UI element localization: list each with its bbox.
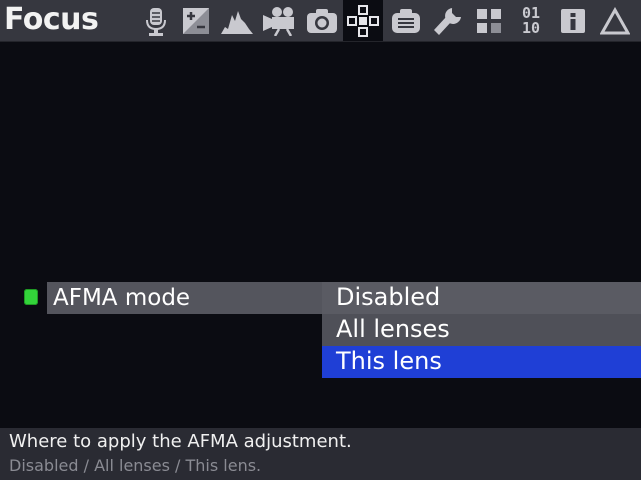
afma-mode-label: AFMA mode [53,285,191,311]
binary-icon: 01 10 [521,3,541,37]
top-tab-bar: Focus 01 10 [0,0,641,42]
afma-mode-dropdown[interactable]: Disabled All lenses This lens [322,282,641,378]
tab-audio[interactable] [136,0,176,41]
info-icon [561,8,585,33]
delta-icon [600,6,630,34]
tab-display[interactable] [386,0,426,41]
page-title: Focus [4,2,99,37]
focus-points-icon [347,4,379,37]
option-all-lenses[interactable]: All lenses [322,314,641,346]
enabled-indicator [24,289,38,305]
tab-movie[interactable] [259,0,299,41]
tab-custom[interactable] [469,0,509,41]
tab-exposure[interactable] [176,0,216,41]
tab-setup[interactable] [428,0,468,41]
microphone-icon [146,7,166,36]
tab-info[interactable] [553,0,593,41]
option-disabled[interactable]: Disabled [322,282,641,314]
help-options-text: Disabled / All lenses / This lens. [9,456,262,475]
tab-firmware[interactable]: 01 10 [511,0,551,41]
tab-shooting[interactable] [302,0,342,41]
custom-grid-icon [477,8,501,33]
movie-camera-icon [263,6,294,36]
tab-histogram[interactable] [217,0,257,41]
tab-focus[interactable] [343,0,383,41]
camera-icon [307,8,337,33]
help-text: Where to apply the AFMA adjustment. [9,431,352,452]
histogram-icon [221,10,253,34]
wrench-icon [434,7,461,35]
option-this-lens[interactable]: This lens [322,346,641,378]
exposure-compensation-icon [183,7,209,34]
tab-delta[interactable] [595,0,635,41]
display-settings-icon [392,8,420,33]
